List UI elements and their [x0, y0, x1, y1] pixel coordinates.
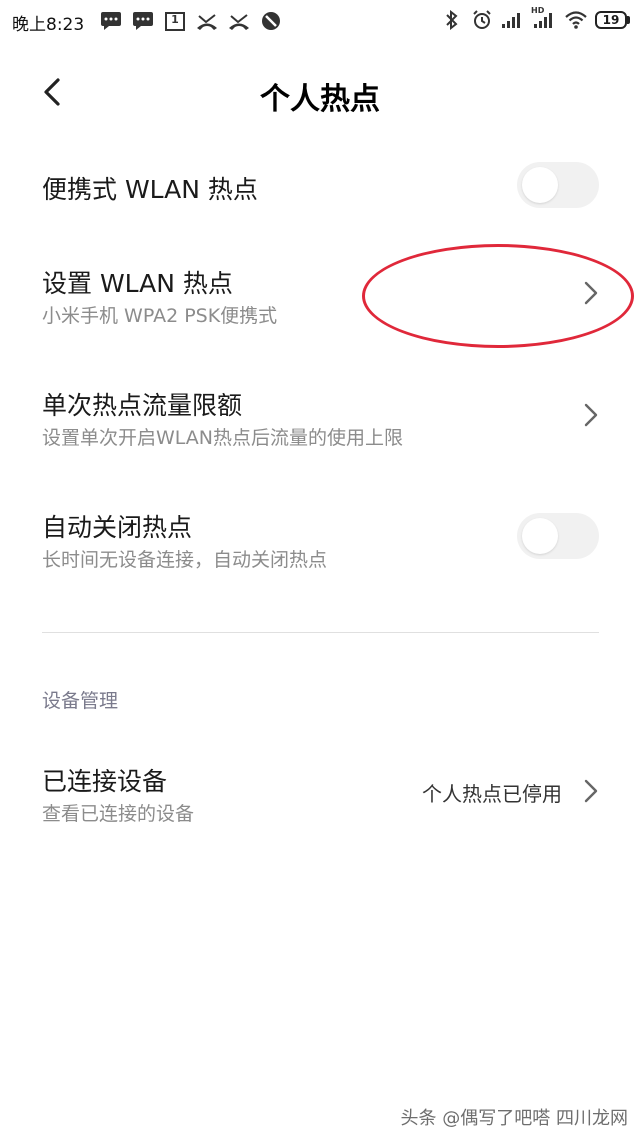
row-setup-hotspot[interactable]: 设置 WLAN 热点 小米手机 WPA2 PSK便携式 — [0, 240, 640, 350]
setup-hotspot-subtitle: 小米手机 WPA2 PSK便携式 — [42, 305, 278, 327]
bluetooth-icon — [441, 9, 463, 31]
chevron-right-icon — [584, 779, 598, 803]
setup-hotspot-title: 设置 WLAN 热点 — [42, 269, 233, 298]
row-data-limit[interactable]: 单次热点流量限额 设置单次开启WLAN热点后流量的使用上限 — [0, 362, 640, 472]
message-icon — [100, 10, 122, 32]
do-not-disturb-icon — [260, 10, 282, 32]
watermark: 头条 @偶写了吧嗒 四川龙网 — [400, 1108, 628, 1129]
battery-level: 19 — [595, 11, 627, 29]
row-auto-off[interactable]: 自动关闭热点 长时间无设备连接，自动关闭热点 — [0, 484, 640, 594]
auto-off-subtitle: 长时间无设备连接，自动关闭热点 — [42, 549, 328, 571]
notification-icons: 1 — [100, 10, 282, 32]
portable-hotspot-toggle[interactable] — [517, 162, 599, 208]
status-time: 晚上8:23 — [12, 15, 85, 35]
battery-icon: 19 — [595, 11, 630, 29]
connected-devices-title: 已连接设备 — [42, 767, 168, 796]
chevron-right-icon — [584, 403, 598, 427]
calendar-icon: 1 — [164, 10, 186, 32]
auto-off-title: 自动关闭热点 — [42, 513, 193, 542]
row-connected-devices[interactable]: 已连接设备 查看已连接的设备 个人热点已停用 — [0, 738, 640, 848]
row-portable-hotspot[interactable]: 便携式 WLAN 热点 — [0, 140, 640, 232]
chevron-right-icon — [584, 281, 598, 305]
calendar-day: 1 — [171, 13, 179, 26]
network-type-label: HD — [531, 6, 545, 15]
auto-off-toggle[interactable] — [517, 513, 599, 559]
section-divider — [42, 632, 599, 633]
system-icons: HD 19 — [441, 6, 630, 31]
missed-call-icon — [196, 10, 218, 32]
battery-tip — [627, 16, 630, 24]
connected-devices-status: 个人热点已停用 — [422, 782, 562, 806]
portable-hotspot-title: 便携式 WLAN 热点 — [42, 175, 258, 204]
toggle-knob — [522, 167, 558, 203]
signal-hd-icon: HD — [531, 6, 557, 31]
section-header-device-management: 设备管理 — [42, 690, 119, 712]
signal-icon — [501, 9, 523, 31]
page-title: 个人热点 — [260, 82, 380, 117]
alarm-icon — [471, 9, 493, 31]
toggle-knob — [522, 518, 558, 554]
data-limit-title: 单次热点流量限额 — [42, 391, 243, 420]
missed-call-icon — [228, 10, 250, 32]
header: 个人热点 — [0, 60, 640, 122]
wifi-icon — [565, 9, 587, 31]
data-limit-subtitle: 设置单次开启WLAN热点后流量的使用上限 — [42, 427, 404, 449]
status-bar: 晚上8:23 1 HD 19 — [0, 0, 640, 42]
message-icon — [132, 10, 154, 32]
connected-devices-subtitle: 查看已连接的设备 — [42, 803, 195, 825]
